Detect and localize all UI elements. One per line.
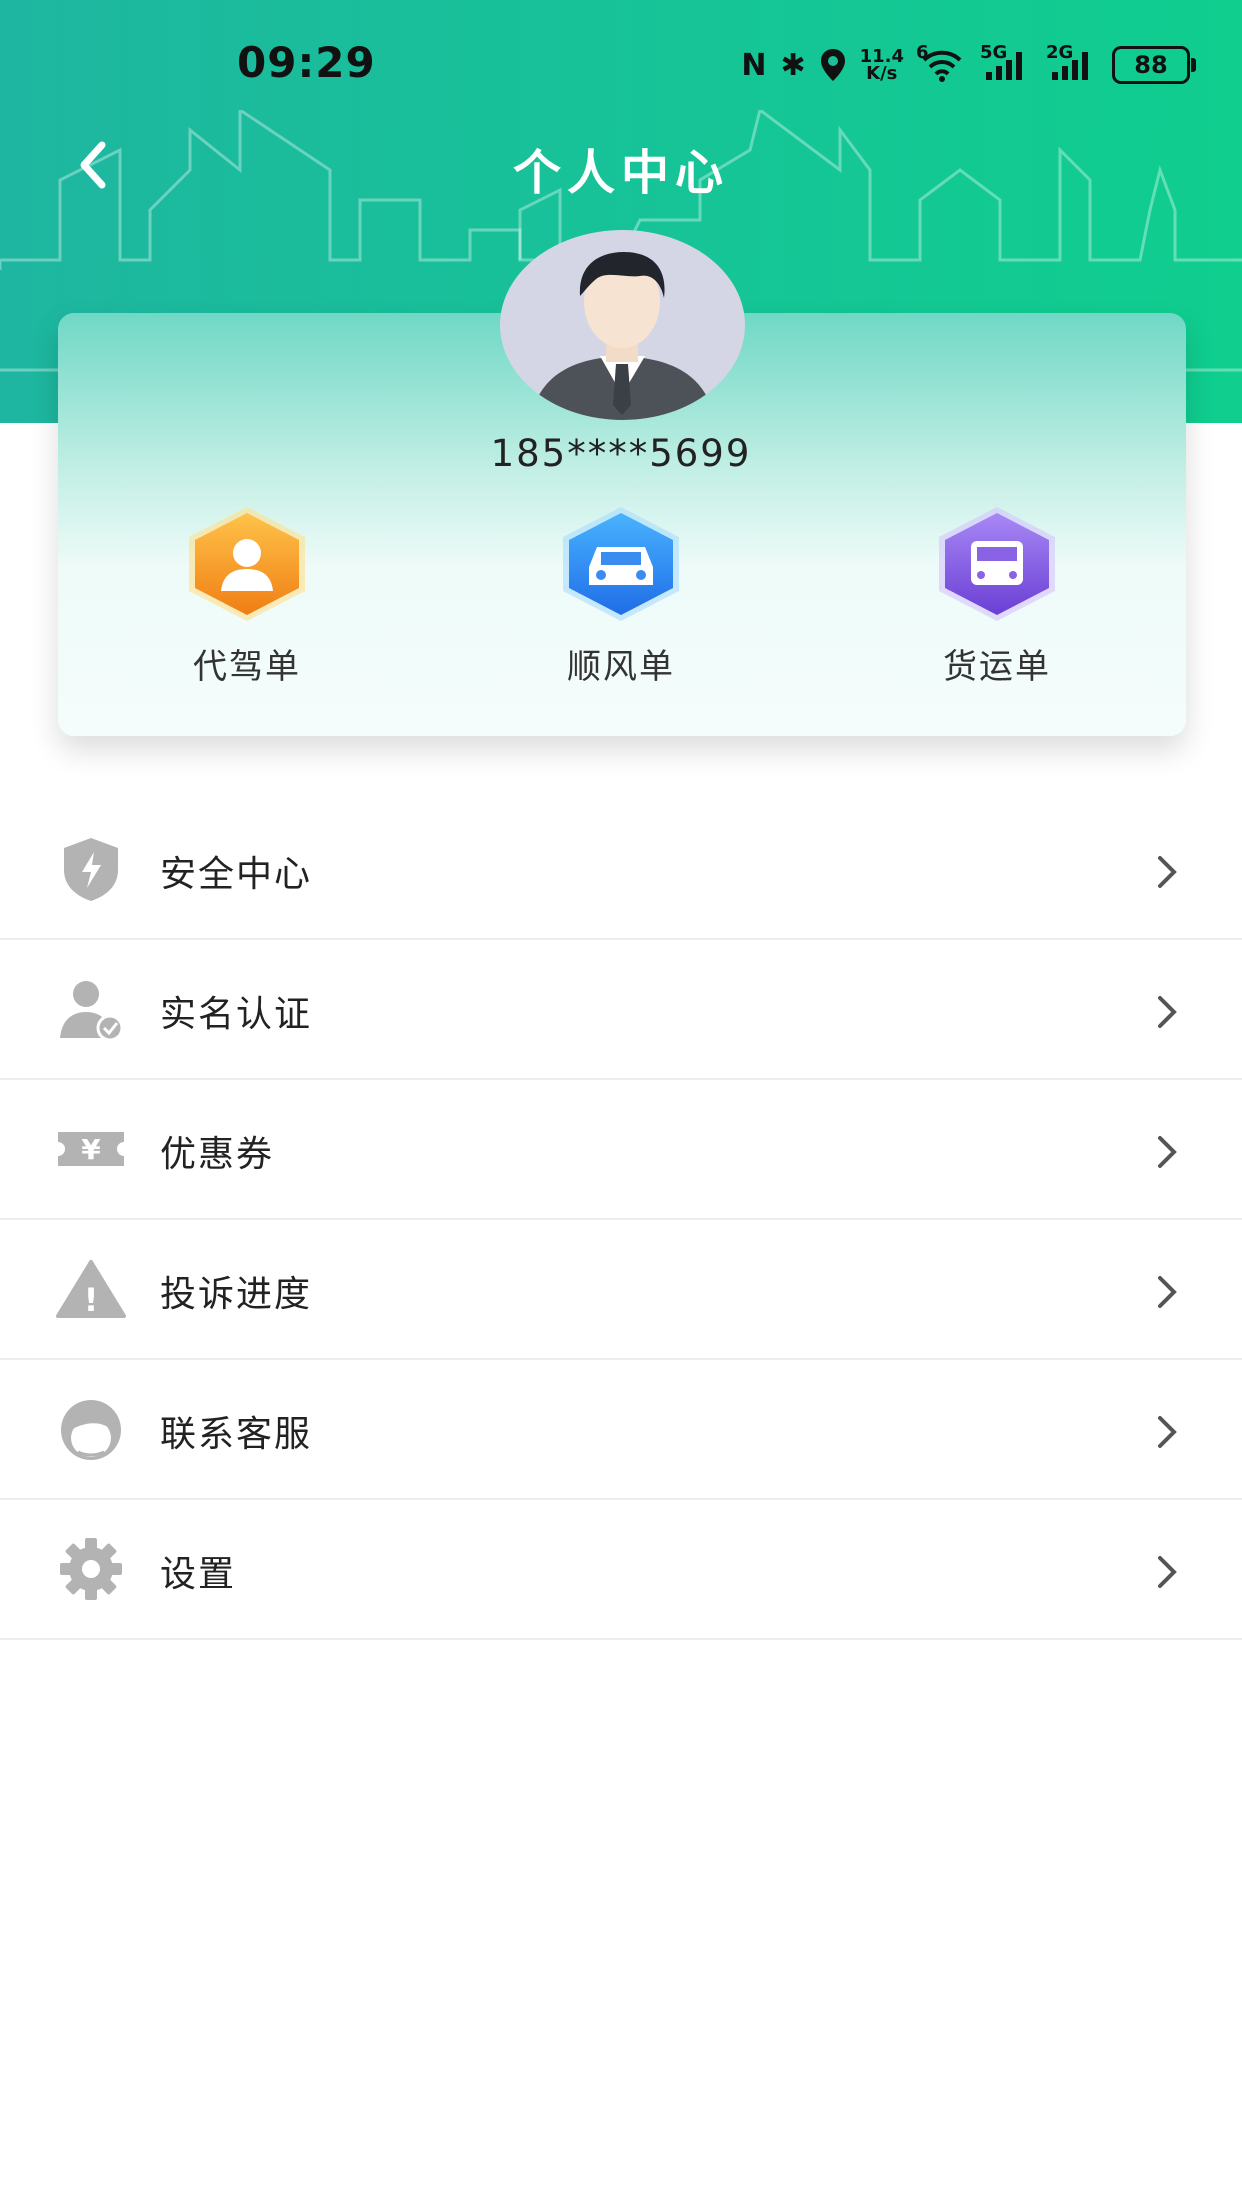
chevron-right-icon bbox=[1158, 1136, 1177, 1168]
avatar-person-icon bbox=[530, 252, 715, 420]
menu-item-label: 优惠券 bbox=[160, 1134, 275, 1175]
chevron-right-icon bbox=[1158, 996, 1177, 1028]
menu-item-label: 联系客服 bbox=[160, 1414, 313, 1455]
menu-item-complaint-progress[interactable]: ! 投诉进度 bbox=[0, 1220, 1242, 1360]
menu-item-settings[interactable]: 设置 bbox=[0, 1500, 1242, 1640]
menu-item-security-center[interactable]: 安全中心 bbox=[0, 800, 1242, 940]
status-time: 09:29 bbox=[237, 38, 376, 87]
order-driver-label: 代驾单 bbox=[193, 647, 301, 687]
net-speed: 11.4 K/s bbox=[859, 46, 904, 84]
customer-service-icon bbox=[61, 1400, 121, 1460]
chevron-right-icon bbox=[1158, 856, 1177, 888]
location-icon bbox=[820, 49, 845, 81]
sim2-label: 2G bbox=[1046, 42, 1074, 63]
battery-indicator: 88 bbox=[1112, 46, 1196, 84]
signal-sim2: 2G bbox=[1046, 44, 1098, 82]
wifi-icon: 6 bbox=[916, 44, 966, 82]
order-freight-label: 货运单 bbox=[943, 647, 1051, 687]
car-icon bbox=[563, 507, 679, 621]
nfc-icon: N bbox=[741, 47, 767, 83]
order-carpool[interactable]: 顺风单 bbox=[536, 505, 706, 688]
coupon-yen-sign: ¥ bbox=[81, 1133, 101, 1166]
menu-list: 安全中心 实名认证 ¥ 优惠券 ! 投诉进度 联系客服 设置 bbox=[0, 800, 1242, 1640]
wifi-label: 6 bbox=[916, 42, 929, 63]
bluetooth-icon: ✱ bbox=[780, 47, 806, 83]
order-driver[interactable]: 代驾单 bbox=[162, 505, 332, 688]
coupon-icon: ¥ bbox=[58, 1132, 124, 1166]
menu-item-label: 投诉进度 bbox=[160, 1274, 313, 1315]
driver-icon bbox=[189, 507, 305, 621]
verified-user-icon bbox=[60, 981, 124, 1042]
chevron-right-icon bbox=[1158, 1556, 1177, 1588]
menu-item-label: 实名认证 bbox=[160, 994, 313, 1035]
truck-icon bbox=[939, 507, 1055, 621]
sim1-label: 5G bbox=[980, 42, 1008, 63]
chevron-right-icon bbox=[1158, 1276, 1177, 1308]
order-freight[interactable]: 货运单 bbox=[912, 505, 1082, 688]
menu-item-label: 安全中心 bbox=[160, 854, 313, 895]
chevron-right-icon bbox=[1158, 1416, 1177, 1448]
status-bar: 09:29 N ✱ 11.4 K/s 6 5G 2G 88 bbox=[0, 0, 1242, 125]
signal-sim1: 5G bbox=[980, 44, 1032, 82]
gear-icon bbox=[60, 1538, 122, 1600]
menu-item-real-name-verification[interactable]: 实名认证 bbox=[0, 940, 1242, 1080]
user-phone: 185****5699 bbox=[490, 432, 752, 475]
menu-item-label: 设置 bbox=[160, 1554, 237, 1595]
page-title: 个人中心 bbox=[512, 145, 729, 201]
warning-icon: ! bbox=[56, 1260, 126, 1319]
menu-item-customer-service[interactable]: 联系客服 bbox=[0, 1360, 1242, 1500]
warning-mark: ! bbox=[84, 1281, 99, 1319]
menu-item-coupons[interactable]: ¥ 优惠券 bbox=[0, 1080, 1242, 1220]
status-icons: N ✱ 11.4 K/s 6 5G 2G 88 bbox=[741, 42, 1196, 88]
avatar[interactable] bbox=[500, 230, 745, 420]
order-carpool-label: 顺风单 bbox=[567, 647, 675, 687]
shield-icon bbox=[64, 838, 118, 901]
